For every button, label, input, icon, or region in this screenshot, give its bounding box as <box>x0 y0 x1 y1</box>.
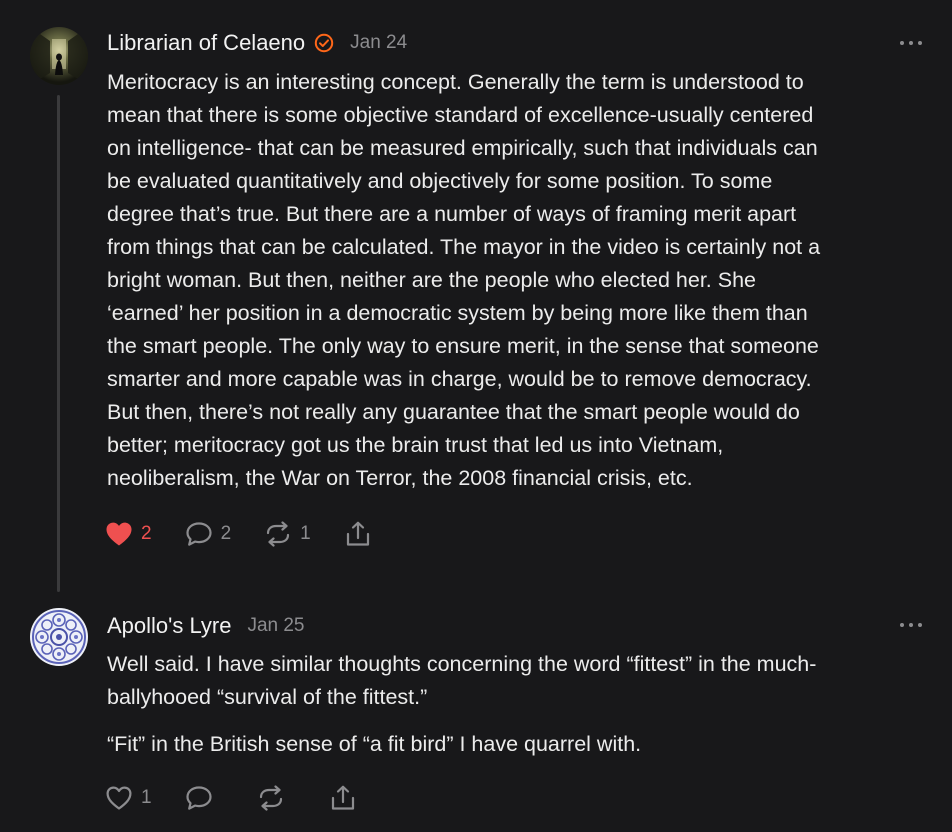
restack-button[interactable]: 1 <box>264 521 311 547</box>
author-name[interactable]: Librarian of Celaeno <box>107 30 305 56</box>
mandala-avatar-image <box>30 608 88 666</box>
comment-actions: 1 <box>105 782 390 814</box>
thread-line <box>57 95 60 592</box>
comment-line: neoliberalism, the War on Terror, the 20… <box>107 466 693 490</box>
avatar[interactable] <box>30 27 88 85</box>
share-icon <box>344 520 372 548</box>
comment-actions: 2 2 1 <box>105 518 405 550</box>
like-button[interactable]: 1 <box>105 785 152 811</box>
comment-line: better; meritocracy got us the brain tru… <box>107 433 724 457</box>
share-icon <box>329 784 357 812</box>
heart-outline-icon <box>105 785 133 811</box>
comment-line: degree that’s true. But there are a numb… <box>107 202 797 226</box>
restack-count: 1 <box>300 523 311 544</box>
comment-line: ‘earned’ her position in a democratic sy… <box>107 301 808 325</box>
verified-badge-icon <box>314 33 334 53</box>
reply-count: 2 <box>220 523 232 544</box>
comment-line: ballyhooed “survival of the fittest.” <box>107 685 428 709</box>
reply-button[interactable]: 2 <box>185 521 232 547</box>
comment-body: Well said. I have similar thoughts conce… <box>107 648 932 761</box>
more-options-icon[interactable] <box>900 621 922 629</box>
comment-date[interactable]: Jan 24 <box>350 32 407 54</box>
like-button[interactable]: 2 <box>105 521 152 547</box>
comment-header: Librarian of Celaeno Jan 24 <box>107 27 407 59</box>
corridor-avatar-image <box>30 27 88 85</box>
comment-line: bright woman. But then, neither are the … <box>107 268 757 292</box>
reply-button[interactable] <box>185 785 213 811</box>
comment-line: from things that can be calculated. The … <box>107 235 821 259</box>
comment-line: smarter and more capable was in charge, … <box>107 367 812 391</box>
speech-bubble-icon <box>185 785 213 811</box>
restack-arrows-icon <box>264 521 292 547</box>
comment-line: Well said. I have similar thoughts conce… <box>107 652 817 676</box>
comment-body: Meritocracy is an interesting concept. G… <box>107 66 932 495</box>
restack-arrows-icon <box>257 785 285 811</box>
heart-filled-icon <box>105 521 133 547</box>
share-button[interactable] <box>329 784 357 812</box>
share-button[interactable] <box>344 520 372 548</box>
avatar[interactable] <box>30 608 88 666</box>
comment-line: Meritocracy is an interesting concept. G… <box>107 70 804 94</box>
like-count: 1 <box>141 787 152 808</box>
speech-bubble-icon <box>185 521 213 547</box>
comment-line: mean that there is some objective standa… <box>107 103 814 127</box>
comment-header: Apollo's Lyre Jan 25 <box>107 610 305 642</box>
more-options-icon[interactable] <box>900 39 922 47</box>
comment-line: on intelligence- that can be measured em… <box>107 136 818 160</box>
comment-line: “Fit” in the British sense of “a fit bir… <box>107 732 642 756</box>
comment-line: But then, there’s not really any guarant… <box>107 400 800 424</box>
comment-line: the smart people. The only way to ensure… <box>107 334 819 358</box>
like-count: 2 <box>141 523 152 544</box>
author-name[interactable]: Apollo's Lyre <box>107 613 231 639</box>
comment-line: be evaluated quantitatively and objectiv… <box>107 169 773 193</box>
restack-button[interactable] <box>257 785 285 811</box>
comment-date[interactable]: Jan 25 <box>247 615 304 637</box>
